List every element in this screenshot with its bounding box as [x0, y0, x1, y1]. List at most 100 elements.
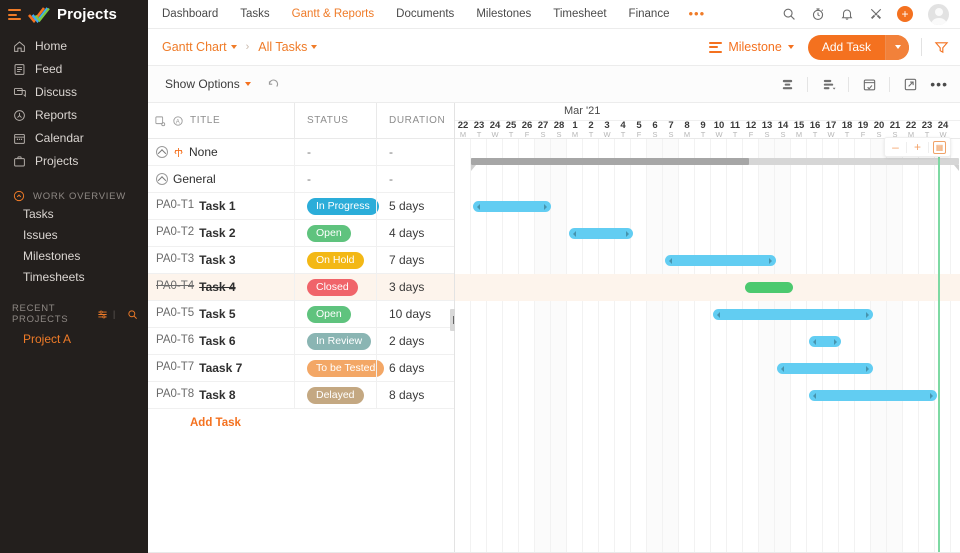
gantt-task-bar[interactable]	[809, 336, 841, 347]
bar-resize-handle-left[interactable]	[668, 257, 673, 264]
group-by-icon[interactable]	[779, 76, 795, 92]
status-badge[interactable]: Open	[307, 305, 351, 323]
tab-milestones[interactable]: Milestones	[465, 8, 542, 20]
bar-resize-handle-right[interactable]	[865, 311, 870, 318]
gantt-task-bar[interactable]	[745, 282, 793, 293]
add-task-dropdown-icon[interactable]	[885, 34, 909, 60]
column-header-duration[interactable]: DURATION	[376, 103, 455, 138]
bar-resize-handle-left[interactable]	[780, 365, 785, 372]
sidebar-item-tasks[interactable]: Tasks	[0, 204, 148, 225]
task-name[interactable]: Task 4	[199, 280, 235, 294]
bar-resize-handle-left[interactable]	[716, 311, 721, 318]
task-name[interactable]: Task 3	[199, 253, 235, 267]
zoom-fit-button[interactable]: ▦	[929, 138, 950, 156]
task-name[interactable]: Task 6	[199, 334, 235, 348]
bar-resize-handle-left[interactable]	[812, 392, 817, 399]
add-new-button[interactable]: +	[897, 6, 913, 22]
bar-resize-handle-left[interactable]	[572, 230, 577, 237]
hamburger-menu-icon[interactable]	[8, 9, 21, 20]
milestone-selector[interactable]: Milestone	[709, 40, 794, 54]
sidebar-item-discuss[interactable]: Discuss	[0, 82, 148, 102]
table-row[interactable]: PA0-T4 Task 4 Closed 3 days	[148, 274, 455, 301]
status-badge[interactable]: On Hold	[307, 251, 364, 269]
sidebar-item-projects[interactable]: Projects	[0, 151, 148, 171]
table-row[interactable]: PA0-T1 Task 1 In Progress 5 days	[148, 193, 455, 220]
breadcrumb-gantt-chart[interactable]: Gantt Chart	[162, 40, 237, 54]
sidebar-item-feed[interactable]: Feed	[0, 59, 148, 79]
tab-finance[interactable]: Finance	[618, 8, 681, 20]
gantt-task-bar[interactable]	[777, 363, 873, 374]
search-projects-icon[interactable]	[127, 309, 138, 320]
column-header-status[interactable]: STATUS	[294, 103, 376, 138]
zoom-in-button[interactable]: +	[907, 138, 928, 156]
table-row[interactable]: None - -	[148, 139, 455, 166]
bar-resize-handle-right[interactable]	[865, 365, 870, 372]
sidebar-item-issues[interactable]: Issues	[0, 225, 148, 246]
gantt-task-bar[interactable]	[665, 255, 776, 266]
collapse-toggle-icon[interactable]	[156, 173, 168, 185]
tab-gantt-reports[interactable]: Gantt & Reports	[281, 8, 385, 20]
task-name[interactable]: Task 5	[199, 307, 235, 321]
bar-resize-handle-right[interactable]	[543, 203, 548, 210]
collapse-toggle-icon[interactable]	[156, 146, 168, 158]
timer-icon[interactable]	[810, 7, 825, 22]
sidebar-item-milestones[interactable]: Milestones	[0, 246, 148, 267]
gantt-row-band[interactable]	[455, 328, 960, 355]
task-name[interactable]: Task 2	[199, 226, 235, 240]
gantt-row-band[interactable]	[455, 166, 960, 193]
tools-icon[interactable]	[868, 7, 883, 22]
task-name[interactable]: Task 1	[199, 199, 235, 213]
tab-timesheet[interactable]: Timesheet	[542, 8, 617, 20]
gantt-row-band[interactable]	[455, 301, 960, 328]
table-row[interactable]: General - -	[148, 166, 455, 193]
table-row[interactable]: PA0-T5 Task 5 Open 10 days	[148, 301, 455, 328]
table-row[interactable]: PA0-T3 Task 3 On Hold 7 days	[148, 247, 455, 274]
baseline-calendar-icon[interactable]	[861, 76, 877, 92]
status-badge[interactable]: Open	[307, 224, 351, 242]
avatar[interactable]	[928, 3, 949, 25]
sidebar-item-timesheets[interactable]: Timesheets	[0, 267, 148, 288]
show-options-button[interactable]: Show Options	[165, 77, 251, 91]
more-tabs-icon[interactable]: •••	[680, 7, 713, 20]
bar-resize-handle-left[interactable]	[476, 203, 481, 210]
filter-icon[interactable]	[934, 40, 949, 55]
more-options-icon[interactable]: •••	[930, 77, 948, 91]
status-badge[interactable]: In Progress	[307, 197, 379, 215]
tab-tasks[interactable]: Tasks	[229, 8, 280, 20]
task-name[interactable]: Taask 7	[199, 361, 242, 375]
bar-resize-handle-right[interactable]	[833, 338, 838, 345]
sidebar-item-home[interactable]: Home	[0, 36, 148, 56]
gantt-summary-bar[interactable]	[471, 158, 959, 171]
status-badge[interactable]: Delayed	[307, 386, 364, 404]
sort-alpha-icon[interactable]: A	[172, 115, 184, 127]
add-task-button[interactable]: Add Task	[807, 34, 909, 60]
gantt-row-band[interactable]	[455, 220, 960, 247]
filter-settings-icon[interactable]	[97, 309, 108, 320]
sidebar-item-reports[interactable]: Reports	[0, 105, 148, 125]
gantt-row-band[interactable]	[455, 274, 960, 301]
gantt-task-bar[interactable]	[569, 228, 633, 239]
table-row[interactable]: PA0-T8 Task 8 Delayed 8 days	[148, 382, 455, 409]
expand-icon[interactable]	[902, 76, 918, 92]
bar-resize-handle-right[interactable]	[768, 257, 773, 264]
search-icon[interactable]	[781, 7, 796, 22]
table-row[interactable]: PA0-T6 Task 6 In Review 2 days	[148, 328, 455, 355]
bell-icon[interactable]	[839, 7, 854, 22]
column-header-title[interactable]: A TITLE	[148, 103, 294, 138]
sort-icon[interactable]	[820, 76, 836, 92]
bar-resize-handle-right[interactable]	[929, 392, 934, 399]
sidebar-recent-project-a[interactable]: Project A	[0, 328, 148, 350]
table-row[interactable]: PA0-T2 Task 2 Open 4 days	[148, 220, 455, 247]
gantt-task-bar[interactable]	[809, 390, 937, 401]
status-badge[interactable]: Closed	[307, 278, 358, 296]
gantt-row-band[interactable]	[455, 355, 960, 382]
gantt-task-bar[interactable]	[473, 201, 551, 212]
status-badge[interactable]: To be Tested	[307, 359, 385, 377]
bar-resize-handle-left[interactable]	[812, 338, 817, 345]
add-task-row[interactable]: Add Task	[148, 409, 455, 436]
status-badge[interactable]: In Review	[307, 332, 372, 350]
bar-resize-handle-right[interactable]	[625, 230, 630, 237]
sidebar-item-calendar[interactable]: Calendar	[0, 128, 148, 148]
gantt-task-bar[interactable]	[713, 309, 873, 320]
work-overview-header[interactable]: WORK OVERVIEW	[0, 188, 148, 204]
